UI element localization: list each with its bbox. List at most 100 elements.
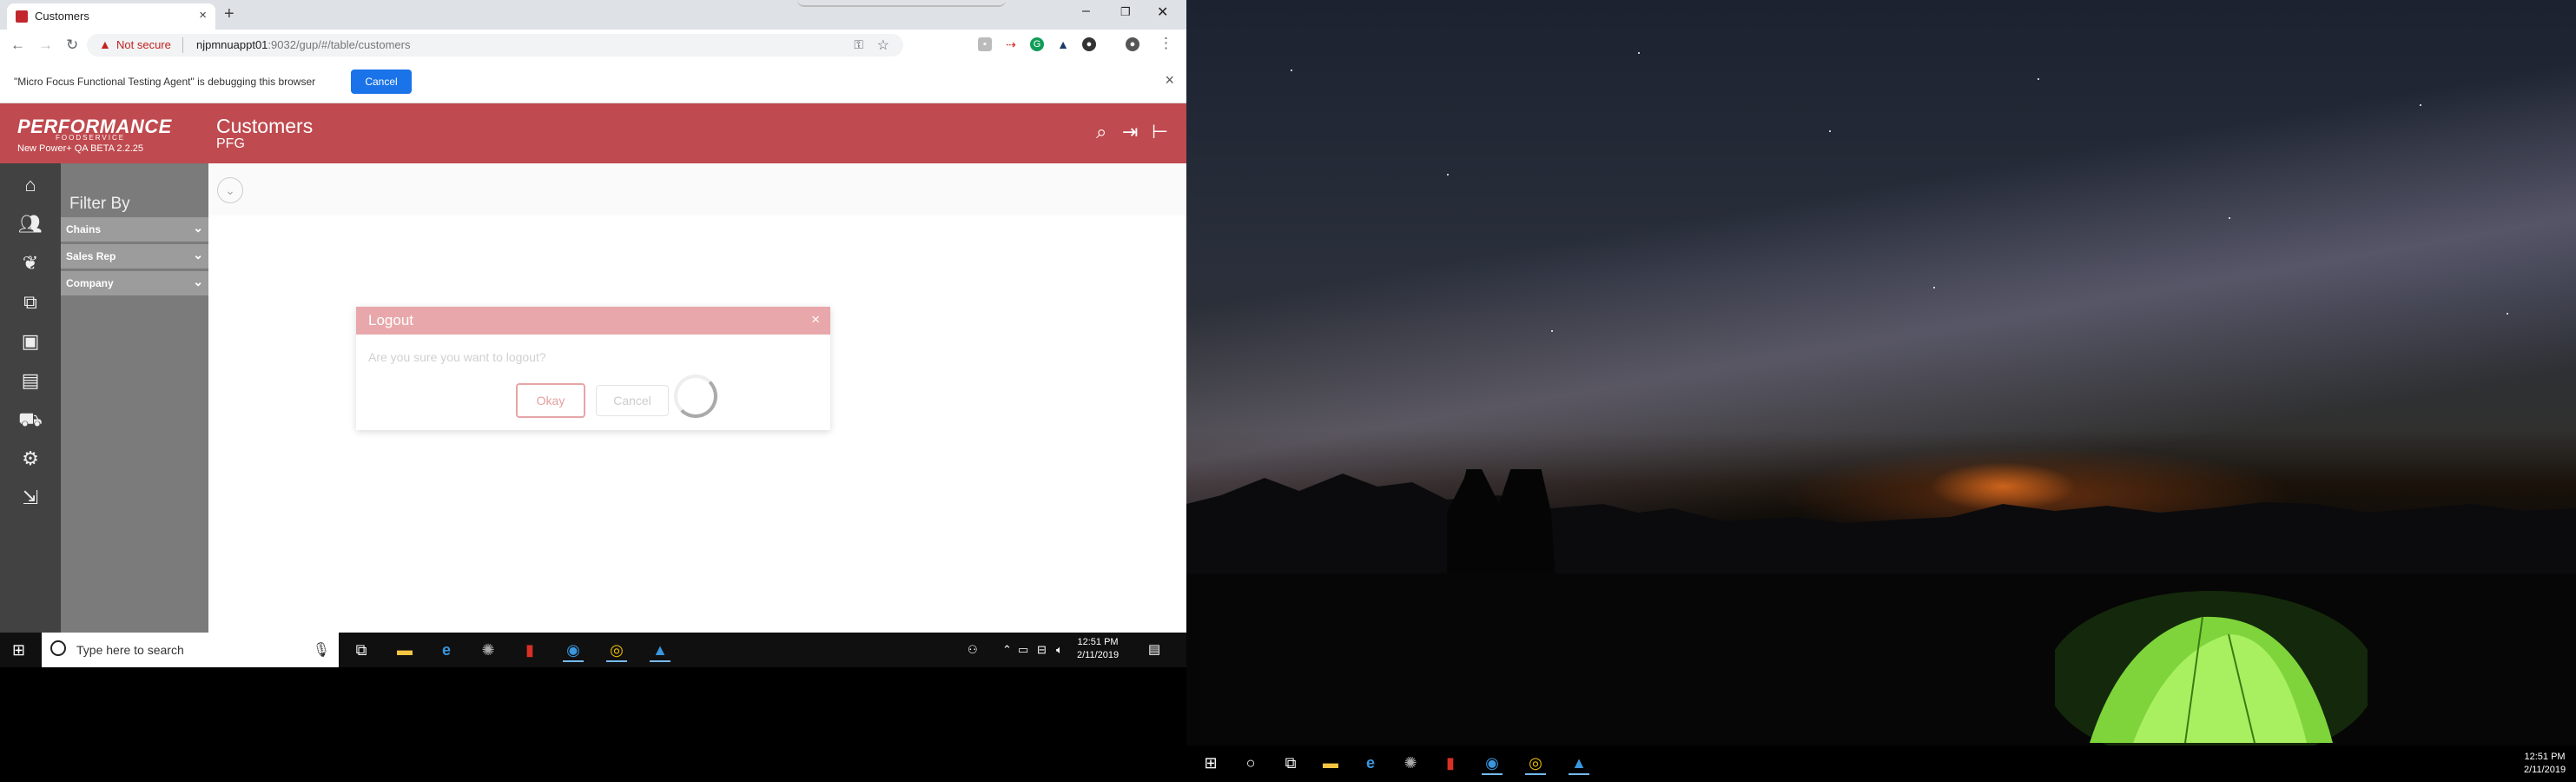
star — [1933, 287, 1935, 288]
windows-start-icon[interactable]: ⊞ — [1200, 752, 1221, 773]
minimize-button[interactable]: – — [1082, 3, 1090, 19]
right-monitor-desktop — [1186, 0, 2576, 782]
windows-start-icon[interactable]: ⊞ — [12, 641, 25, 659]
file-explorer-icon[interactable]: ▬ — [1320, 752, 1341, 773]
logout-icon[interactable]: ⇥ — [1122, 121, 1138, 143]
star — [2229, 217, 2230, 219]
okay-button[interactable]: Okay — [516, 383, 585, 418]
chevron-down-icon: ⌄ — [193, 275, 203, 288]
facet-label: Sales Rep — [66, 250, 116, 262]
app-triangle-icon[interactable]: ▲ — [650, 640, 670, 662]
chrome-icon[interactable]: ◎ — [606, 640, 627, 662]
debug-cancel-button[interactable]: Cancel — [351, 70, 412, 94]
new-tab-button[interactable]: + — [224, 4, 234, 24]
window-drag-handle[interactable] — [797, 0, 1006, 7]
taskbar-clock[interactable]: 12:51 PM 2/11/2019 — [1077, 636, 1119, 662]
page-title: Customers — [216, 115, 314, 137]
network-icon[interactable]: ⊟ — [1037, 643, 1047, 657]
browser-toolbar: ← → ↻ ▲ Not secure njpmnuappt01:9032/gup… — [0, 30, 1186, 62]
left-monitor: Customers × + – ❐ ✕ ← → ↻ ▲ Not secure n… — [0, 0, 1186, 782]
expand-toggle-icon[interactable]: ⌄ — [217, 177, 243, 203]
back-icon[interactable]: ← — [10, 36, 25, 54]
tags-icon[interactable]: ⧉ — [17, 289, 43, 315]
address-bar[interactable]: ▲ Not secure njpmnuappt01:9032/gup/#/tab… — [87, 34, 903, 56]
document-icon[interactable]: ▤ — [17, 368, 43, 394]
chevron-down-icon: ⌄ — [193, 221, 203, 235]
search-icon[interactable]: ⌕ — [1096, 121, 1106, 143]
dialog-close-icon[interactable]: × — [811, 311, 820, 328]
filter-title: Filter By — [69, 195, 130, 213]
browser-tab[interactable]: Customers × — [7, 3, 215, 30]
close-window-button[interactable]: ✕ — [1157, 3, 1168, 21]
profile-avatar[interactable]: ● — [1126, 37, 1139, 51]
reload-icon[interactable]: ↻ — [66, 36, 78, 54]
app-gear-icon[interactable]: ✺ — [478, 640, 499, 660]
volume-icon[interactable]: 🔈︎ — [1056, 643, 1063, 657]
app-header: PERFORMANCE FOODSERVICE New Power+ QA BE… — [0, 103, 1186, 163]
secondary-taskbar: ⊞ ○ ⧉ ▬ e ✺ ▮ ◉ ◎ ▲ 12:51 PM 2/11/2019 — [1186, 746, 2576, 782]
products-icon[interactable]: ❦ — [17, 250, 43, 276]
debug-message: "Micro Focus Functional Testing Agent" i… — [14, 76, 316, 88]
file-explorer-icon[interactable]: ▬ — [394, 640, 415, 660]
extension-triangle-icon[interactable]: ▲ — [1056, 37, 1070, 51]
taskbar-clock[interactable]: 12:51 PM 2/11/2019 — [2524, 751, 2566, 777]
forward-icon[interactable]: → — [38, 36, 53, 54]
extension-green-icon[interactable]: G — [1030, 37, 1044, 51]
content-toolbar: ⌄ — [208, 163, 1186, 215]
microphone-icon[interactable]: 🎙︎ — [313, 641, 330, 659]
loading-spinner — [674, 374, 717, 418]
clock-time: 12:51 PM — [2524, 752, 2566, 762]
wallpaper-tent — [2055, 591, 2368, 756]
settings-icon[interactable]: ⚙ — [17, 446, 43, 472]
facet-sales-rep[interactable]: Sales Rep ⌄ — [61, 244, 208, 270]
app-gear-icon[interactable]: ✺ — [1400, 752, 1421, 773]
star — [2420, 104, 2421, 106]
edge-icon[interactable]: e — [1360, 752, 1381, 773]
notification-icon[interactable]: ▤ — [1148, 641, 1160, 657]
dialog-header: Logout × — [356, 307, 830, 335]
battery-icon[interactable]: ▭ — [1018, 643, 1028, 657]
customers-icon[interactable]: 👥︎ — [17, 211, 43, 237]
key-icon[interactable]: ⚿ — [854, 37, 863, 52]
hierarchy-icon[interactable]: ⊢ — [1152, 121, 1168, 143]
chrome-icon[interactable]: ◎ — [1525, 752, 1546, 775]
app-tools-icon[interactable]: ▮ — [1440, 752, 1461, 773]
extension-gray-icon[interactable]: ▪ — [978, 37, 992, 51]
url-text: njpmnuappt01:9032/gup/#/table/customers — [196, 38, 410, 51]
search-placeholder: Type here to search — [76, 643, 184, 657]
side-navigation: ⌂ 👥︎ ❦ ⧉ ▣ ▤ ⛟ ⚙ ⇲ — [0, 163, 61, 633]
cart-icon[interactable]: ⛟ — [17, 407, 43, 433]
app-chat-icon[interactable]: ◉ — [1482, 752, 1503, 775]
people-icon[interactable]: ⚇ — [968, 643, 978, 657]
cancel-button[interactable]: Cancel — [596, 385, 669, 416]
show-hidden-icons[interactable]: ⌃ — [1002, 643, 1012, 657]
app-triangle-icon[interactable]: ▲ — [1569, 752, 1589, 775]
menu-kebab-icon[interactable]: ⋮ — [1159, 35, 1173, 52]
facet-company[interactable]: Company ⌄ — [61, 271, 208, 297]
task-view-icon[interactable]: ⧉ — [351, 640, 372, 660]
filter-panel: Filter By Chains ⌄ Sales Rep ⌄ Company ⌄ — [61, 163, 208, 633]
exit-icon[interactable]: ⇲ — [17, 485, 43, 511]
extension-red-icon[interactable]: ⇢ — [1004, 37, 1018, 51]
extension-dark-icon[interactable]: ● — [1082, 37, 1096, 51]
taskbar-search-box[interactable]: Type here to search 🎙︎ — [42, 633, 339, 667]
tab-close-icon[interactable]: × — [199, 8, 207, 23]
cortana-icon[interactable]: ○ — [1240, 752, 1261, 773]
task-view-icon[interactable]: ⧉ — [1280, 752, 1301, 773]
home-icon[interactable]: ⌂ — [17, 172, 43, 198]
restore-button[interactable]: ❐ — [1120, 5, 1131, 19]
bookmark-star-icon[interactable]: ☆ — [877, 36, 889, 54]
facet-chains[interactable]: Chains ⌄ — [61, 217, 208, 243]
app-tools-icon[interactable]: ▮ — [519, 640, 540, 660]
infobar-close-icon[interactable]: × — [1165, 71, 1174, 89]
app-chat-icon[interactable]: ◉ — [563, 640, 584, 662]
clock-date: 2/11/2019 — [1077, 650, 1120, 660]
url-host: njpmnuappt01 — [196, 38, 268, 51]
star — [1638, 52, 1640, 54]
facet-label: Chains — [66, 223, 102, 235]
clock-date: 2/11/2019 — [2524, 765, 2566, 775]
archive-icon[interactable]: ▣ — [17, 328, 43, 355]
star — [2038, 78, 2039, 80]
facet-label: Company — [66, 277, 114, 289]
edge-icon[interactable]: e — [436, 640, 457, 660]
